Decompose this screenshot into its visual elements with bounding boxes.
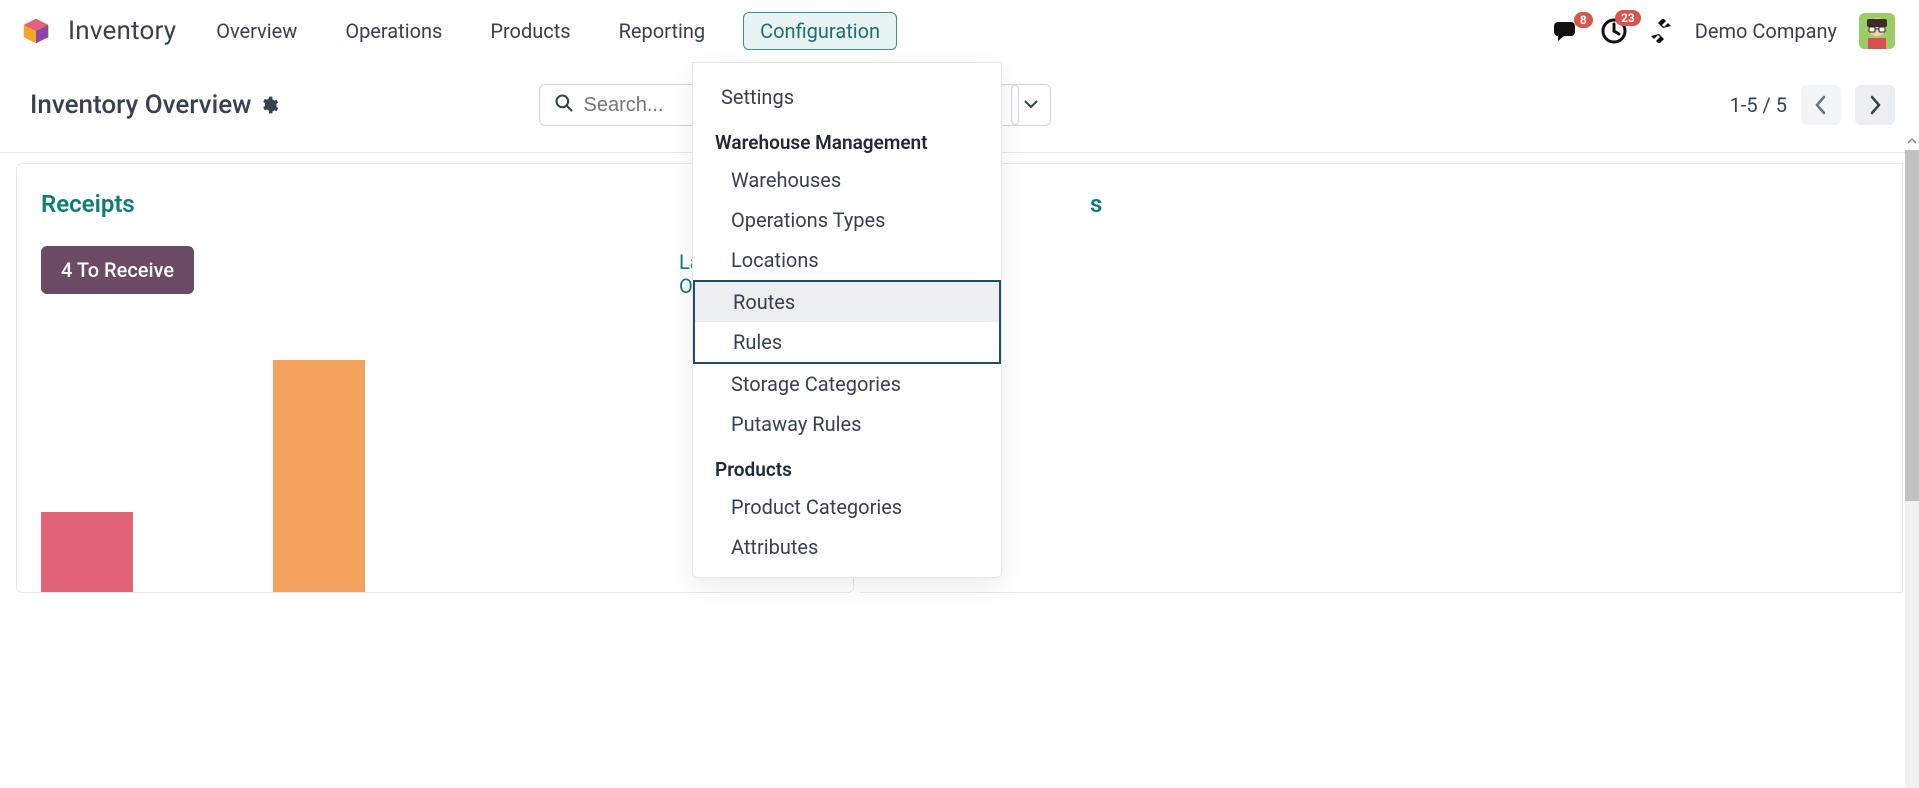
- dd-settings[interactable]: Settings: [693, 77, 1001, 117]
- scroll-up-icon[interactable]: [1905, 132, 1919, 150]
- receipts-to-receive-button[interactable]: 4 To Receive: [41, 246, 194, 294]
- app-logo[interactable]: [22, 17, 50, 45]
- dd-rules[interactable]: Rules: [695, 322, 999, 362]
- configuration-dropdown: Settings Warehouse Management Warehouses…: [692, 62, 1002, 578]
- pager: 1-5 / 5: [1730, 85, 1895, 125]
- receipts-bar-chart: [41, 360, 365, 592]
- chevron-left-icon: [1814, 95, 1828, 115]
- receipts-bar-1: [41, 512, 133, 592]
- chevron-right-icon: [1868, 95, 1882, 115]
- messages-icon[interactable]: 8: [1553, 20, 1579, 42]
- pager-next-button[interactable]: [1855, 85, 1895, 125]
- top-navbar: Inventory Overview Operations Products R…: [0, 0, 1919, 62]
- navbar-right: 8 23 Demo Company: [1553, 13, 1895, 49]
- dd-product-categories[interactable]: Product Categories: [693, 487, 1001, 527]
- dd-routes[interactable]: Routes: [695, 282, 999, 322]
- nav-reporting[interactable]: Reporting: [609, 13, 716, 49]
- scroll-thumb[interactable]: [1905, 150, 1919, 501]
- dd-putaway-rules[interactable]: Putaway Rules: [693, 404, 1001, 444]
- dd-operations-types[interactable]: Operations Types: [693, 200, 1001, 240]
- company-selector[interactable]: Demo Company: [1695, 19, 1837, 43]
- card-2-title-truncated[interactable]: s: [1090, 190, 1878, 218]
- page-scrollbar[interactable]: [1905, 150, 1919, 788]
- dd-highlight-box: Routes Rules: [693, 280, 1001, 364]
- user-avatar[interactable]: [1859, 13, 1895, 49]
- nav-products[interactable]: Products: [480, 13, 580, 49]
- card-partially-visible[interactable]: s: [860, 163, 1903, 593]
- nav-overview[interactable]: Overview: [206, 13, 307, 49]
- nav-operations[interactable]: Operations: [335, 13, 452, 49]
- receipts-bar-2: [273, 360, 365, 592]
- dd-locations[interactable]: Locations: [693, 240, 1001, 280]
- dd-storage-categories[interactable]: Storage Categories: [693, 364, 1001, 404]
- dd-warehouses[interactable]: Warehouses: [693, 160, 1001, 200]
- page-title: Inventory Overview: [30, 90, 251, 120]
- main-nav: Overview Operations Products Reporting C…: [206, 12, 897, 50]
- pager-count[interactable]: 1-5 / 5: [1730, 93, 1787, 117]
- pager-prev-button[interactable]: [1801, 85, 1841, 125]
- debug-tools-icon[interactable]: [1649, 19, 1673, 43]
- messages-badge: 8: [1574, 12, 1593, 28]
- activities-badge: 23: [1615, 10, 1641, 26]
- dd-section-products: Products: [693, 444, 1001, 487]
- dd-attributes[interactable]: Attributes: [693, 527, 1001, 567]
- dd-section-warehouse-management: Warehouse Management: [693, 117, 1001, 160]
- page-title-wrap: Inventory Overview: [30, 90, 279, 120]
- app-title[interactable]: Inventory: [68, 16, 176, 46]
- gear-icon[interactable]: [259, 95, 279, 115]
- nav-configuration[interactable]: Configuration: [743, 12, 897, 50]
- activities-icon[interactable]: 23: [1601, 18, 1627, 44]
- search-options-caret[interactable]: [1011, 84, 1051, 126]
- search-icon: [554, 93, 574, 117]
